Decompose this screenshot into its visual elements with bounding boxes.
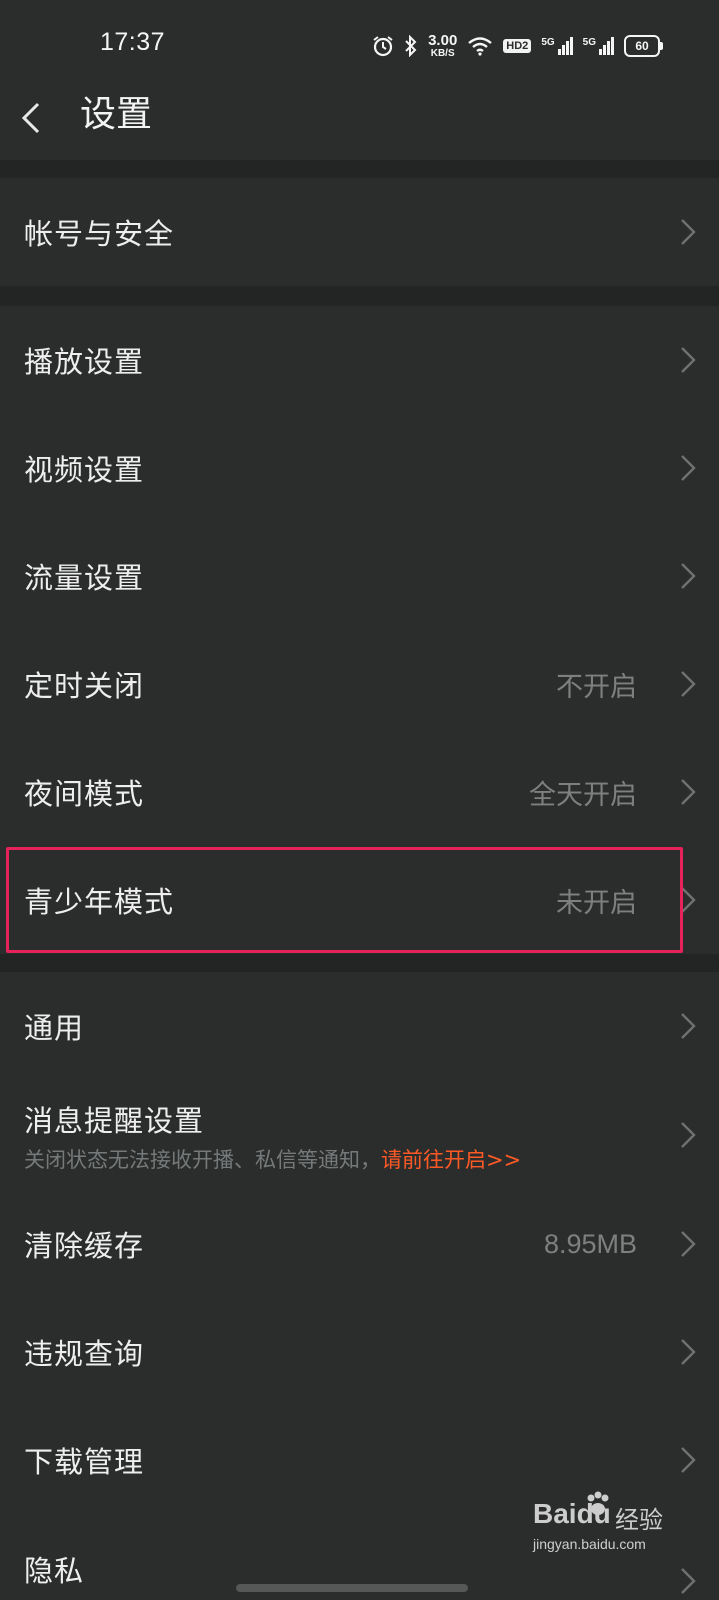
chevron-right-icon [681, 1339, 696, 1365]
baidu-jingyan-watermark: Baidu 经验 jingyan.baidu.com [533, 1490, 683, 1560]
settings-item-value: 8.95MB [543, 1228, 637, 1259]
battery-level: 60 [624, 35, 660, 57]
chevron-left-icon[interactable] [18, 100, 46, 136]
settings-item-label: 下载管理 [24, 1445, 145, 1479]
battery-icon: 60 [624, 35, 663, 57]
settings-item-label: 通用 [24, 1011, 85, 1045]
chevron-right-icon [681, 1122, 696, 1148]
settings-item-label: 夜间模式 [24, 777, 145, 811]
settings-item-video[interactable]: 视频设置 [0, 414, 719, 522]
notification-hint: 关闭状态无法接收开播、私信等通知，请前往开启>> [24, 1144, 521, 1174]
home-indicator[interactable] [236, 1584, 468, 1592]
settings-item-night-mode[interactable]: 夜间模式 全天开启 [0, 738, 719, 846]
signal1-label: 5G [541, 37, 555, 48]
settings-item-label: 消息提醒设置 [24, 1104, 205, 1138]
settings-item-label: 帐号与安全 [24, 217, 175, 251]
notification-hint-text: 关闭状态无法接收开播、私信等通知， [24, 1148, 381, 1172]
section-divider [0, 286, 719, 306]
settings-item-traffic[interactable]: 流量设置 [0, 522, 719, 630]
settings-item-clear-cache[interactable]: 清除缓存 8.95MB [0, 1190, 719, 1298]
hd-icon: HD2 [503, 39, 532, 53]
settings-item-label: 青少年模式 [24, 885, 175, 919]
chevron-right-icon [681, 219, 696, 245]
settings-item-notifications[interactable]: 消息提醒设置 关闭状态无法接收开播、私信等通知，请前往开启>> [0, 1080, 719, 1190]
section-divider [0, 954, 719, 972]
chevron-right-icon [681, 347, 696, 373]
settings-item-label: 违规查询 [24, 1337, 145, 1371]
settings-item-playback[interactable]: 播放设置 [0, 306, 719, 414]
status-icons: 3.00 KB/S HD2 5G 5G 60 [372, 30, 663, 62]
chevron-right-icon [681, 671, 696, 697]
settings-item-label: 定时关闭 [24, 669, 145, 703]
status-bar: 17:37 3.00 KB/S HD2 5G 5G 60 [0, 0, 719, 92]
wifi-icon [467, 36, 493, 56]
settings-item-value: 未开启 [556, 887, 637, 918]
chevron-right-icon [681, 563, 696, 589]
watermark-url: jingyan.baidu.com [533, 1536, 646, 1552]
signal2-label: 5G [582, 37, 596, 48]
status-time: 17:37 [100, 28, 166, 56]
settings-item-teen-mode[interactable]: 青少年模式 未开启 [0, 846, 719, 954]
app-header: 设置 [0, 92, 719, 160]
bluetooth-icon [404, 35, 418, 57]
net-speed-value: 3.00 [428, 32, 458, 49]
settings-item-label: 视频设置 [24, 453, 145, 487]
paw-icon [587, 1491, 609, 1515]
settings-item-timer[interactable]: 定时关闭 不开启 [0, 630, 719, 738]
enable-notifications-link[interactable]: 请前往开启>> [381, 1148, 521, 1172]
settings-item-value: 不开启 [556, 671, 637, 702]
section-divider [0, 160, 719, 178]
chevron-right-icon [681, 1231, 696, 1257]
chevron-right-icon [681, 887, 696, 913]
signal-icon: 5G [541, 37, 573, 55]
chevron-right-icon [681, 1447, 696, 1473]
settings-item-label: 播放设置 [24, 345, 145, 379]
settings-item-label: 隐私 [24, 1554, 85, 1588]
settings-item-label: 清除缓存 [24, 1229, 145, 1263]
watermark-text: 经验 [615, 1506, 663, 1534]
settings-item-violation[interactable]: 违规查询 [0, 1298, 719, 1406]
alarm-icon [372, 35, 394, 57]
chevron-right-icon [681, 1568, 696, 1594]
page-title: 设置 [80, 94, 153, 135]
settings-item-general[interactable]: 通用 [0, 972, 719, 1080]
net-speed-unit: KB/S [430, 48, 455, 59]
settings-item-label: 流量设置 [24, 561, 145, 595]
settings-item-account[interactable]: 帐号与安全 [0, 178, 719, 286]
chevron-right-icon [681, 455, 696, 481]
settings-item-value: 全天开启 [529, 779, 637, 810]
chevron-right-icon [681, 1013, 696, 1039]
net-speed: 3.00 KB/S [428, 33, 457, 59]
signal-icon: 5G [583, 37, 614, 55]
watermark-logo-a: Bai [533, 1498, 577, 1529]
chevron-right-icon [681, 779, 696, 805]
